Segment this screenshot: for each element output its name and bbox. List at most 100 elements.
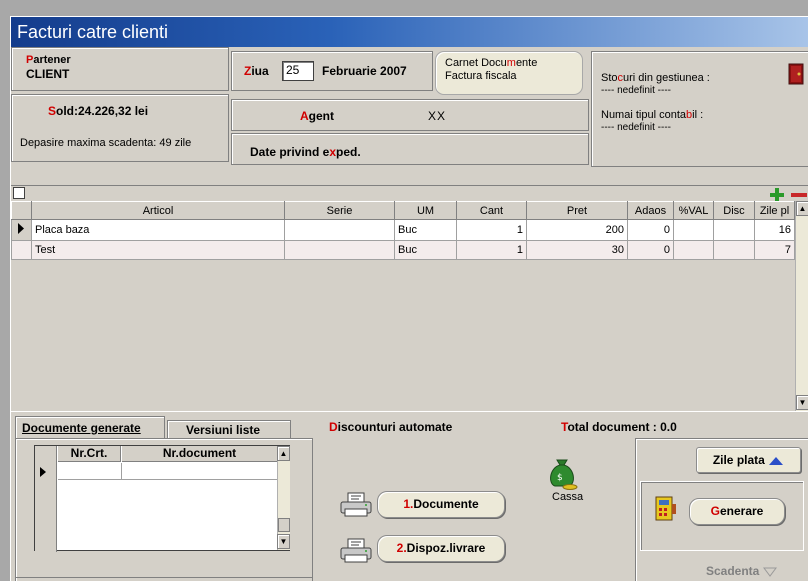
cell-disc[interactable]	[713, 219, 755, 241]
carnet-line1-accent: m	[506, 57, 516, 69]
scadenta-label: Scadenta	[706, 564, 760, 578]
documents-button[interactable]: 1.Documente	[377, 491, 505, 518]
expedition-label-c: ped.	[336, 145, 361, 159]
docs-empty-row[interactable]	[58, 463, 277, 480]
balance-value: old:24.226,32 lei	[56, 104, 149, 118]
stock-value: ---- nedefinit ----	[601, 85, 672, 96]
docs-col-document[interactable]: Nr.document	[122, 446, 277, 462]
month-year-label: Februarie 2007	[322, 64, 407, 78]
balance-label-accent: S	[48, 104, 57, 118]
generare-accent: G	[710, 504, 720, 518]
current-row-indicator	[11, 219, 32, 241]
agent-panel[interactable]: Agent XX	[231, 99, 589, 131]
cell-serie[interactable]	[284, 240, 395, 260]
articles-table: Articol Serie UM Cant Pret Adaos %VAL Di…	[11, 201, 795, 260]
contabil-value: ---- nedefinit ----	[601, 122, 672, 133]
payment-frame: Zile plata Generare Scadenta	[635, 438, 808, 581]
select-all-checkbox[interactable]	[13, 187, 25, 199]
agent-label-accent: A	[300, 109, 309, 123]
documents-button-number: 1.	[403, 497, 414, 511]
cell-articol[interactable]: Placa baza	[31, 219, 285, 241]
cell-adaos[interactable]: 0	[627, 240, 674, 260]
cell-adaos[interactable]: 0	[627, 219, 674, 241]
partner-label: artener	[33, 54, 71, 66]
cell-serie[interactable]	[284, 219, 395, 241]
dispoz-livrare-button[interactable]: 2.Dispoz.livrare	[377, 535, 505, 562]
row-indicator	[11, 240, 32, 260]
calculator-icon	[655, 496, 677, 525]
cell-cant[interactable]: 1	[456, 219, 527, 241]
cell-pret[interactable]: 30	[526, 240, 628, 260]
col-zile[interactable]: Zile pl	[754, 201, 795, 220]
docs-row-indicator-col	[35, 446, 57, 552]
window-title: Facturi catre clienti	[17, 22, 169, 42]
discounts-label[interactable]: Discounturi automate	[329, 420, 452, 434]
partner-panel[interactable]: Partener CLIENT	[11, 47, 229, 91]
triangle-up-icon	[769, 456, 784, 465]
tab-versiuni-liste-label: Versiuni liste	[186, 423, 261, 437]
cell-zile[interactable]: 16	[754, 219, 795, 241]
docs-scrollbar[interactable]: ▲ ▼	[277, 446, 290, 550]
date-label: iua	[251, 64, 269, 78]
discounts-label-rest: iscounturi automate	[337, 420, 453, 434]
exit-door-icon[interactable]	[788, 63, 804, 88]
cell-cant[interactable]: 1	[456, 240, 527, 260]
stock-label-a: Sto	[601, 72, 618, 84]
generare-panel: Generare	[640, 481, 804, 551]
zile-plata-button[interactable]: Zile plata	[696, 447, 801, 473]
contabil-label-c: il :	[692, 109, 704, 121]
agent-label: gent	[308, 109, 335, 123]
col-cant[interactable]: Cant	[456, 201, 527, 220]
cell-um[interactable]: Buc	[394, 240, 457, 260]
col-val[interactable]: %VAL	[673, 201, 714, 220]
cell-val[interactable]	[673, 219, 714, 241]
cell-pret[interactable]: 200	[526, 219, 628, 241]
grid-scrollbar[interactable]: ▲ ▼	[795, 201, 808, 412]
docs-scroll-up[interactable]: ▲	[277, 446, 290, 461]
col-um[interactable]: UM	[394, 201, 457, 220]
carnet-button[interactable]: Carnet Documente Factura fiscala	[435, 51, 583, 95]
svg-text:$: $	[557, 473, 563, 483]
triangle-down-icon	[762, 567, 777, 577]
tab-documente-generate[interactable]: Documente generate	[15, 416, 165, 438]
expedition-panel[interactable]: Date privind exped.	[231, 133, 589, 165]
col-serie[interactable]: Serie	[284, 201, 395, 220]
scadenta-toggle[interactable]: Scadenta	[706, 564, 777, 578]
docs-scroll-thumb[interactable]	[278, 518, 290, 532]
partner-value: CLIENT	[26, 67, 70, 81]
cell-val[interactable]	[673, 240, 714, 260]
day-input[interactable]: 25	[282, 61, 314, 81]
carnet-line1-a: Carnet Docu	[445, 57, 507, 69]
tab-versiuni-liste[interactable]: Versiuni liste	[167, 420, 291, 438]
printer-icon-2	[339, 538, 373, 567]
dispoz-button-label: Dispoz.livrare	[406, 541, 486, 555]
cell-zile[interactable]: 7	[754, 240, 795, 260]
table-row[interactable]: Test Buc 1 30 0 7	[11, 240, 795, 260]
dispoz-button-number: 2.	[396, 541, 407, 555]
date-panel: Ziua 25 Februarie 2007	[231, 51, 433, 91]
cell-articol[interactable]: Test	[31, 240, 285, 260]
articles-grid: Articol Serie UM Cant Pret Adaos %VAL Di…	[11, 185, 808, 412]
zile-plata-label: Zile plata	[712, 453, 765, 467]
col-disc[interactable]: Disc	[713, 201, 755, 220]
cell-um[interactable]: Buc	[394, 219, 457, 241]
table-row[interactable]: Placa baza Buc 1 200 0 16	[11, 219, 795, 241]
row-indicator-header	[11, 201, 32, 220]
scroll-up-button[interactable]: ▲	[796, 201, 808, 216]
generated-docs-table: Nr.Crt. Nr.document ▲ ▼	[34, 445, 290, 552]
col-articol[interactable]: Articol	[31, 201, 285, 220]
contabil-label-a: Numai tipul conta	[601, 109, 686, 121]
docs-col-nr[interactable]: Nr.Crt.	[58, 446, 121, 462]
col-pret[interactable]: Pret	[526, 201, 628, 220]
stock-label-c: uri din gestiunea :	[623, 72, 710, 84]
invoice-window: Facturi catre clienti Partener CLIENT Zi…	[10, 16, 808, 581]
docs-scroll-down[interactable]: ▼	[277, 534, 290, 549]
generare-label: enerare	[719, 504, 764, 518]
scroll-down-button[interactable]: ▼	[796, 395, 808, 410]
money-bag-icon[interactable]: $	[545, 454, 579, 493]
generare-button[interactable]: Generare	[689, 498, 785, 525]
balance-panel: Sold:24.226,32 lei Depasire maxima scade…	[11, 94, 229, 162]
overdue-text: Depasire maxima scadenta: 49 zile	[20, 137, 192, 149]
cell-disc[interactable]	[713, 240, 755, 260]
col-adaos[interactable]: Adaos	[627, 201, 674, 220]
